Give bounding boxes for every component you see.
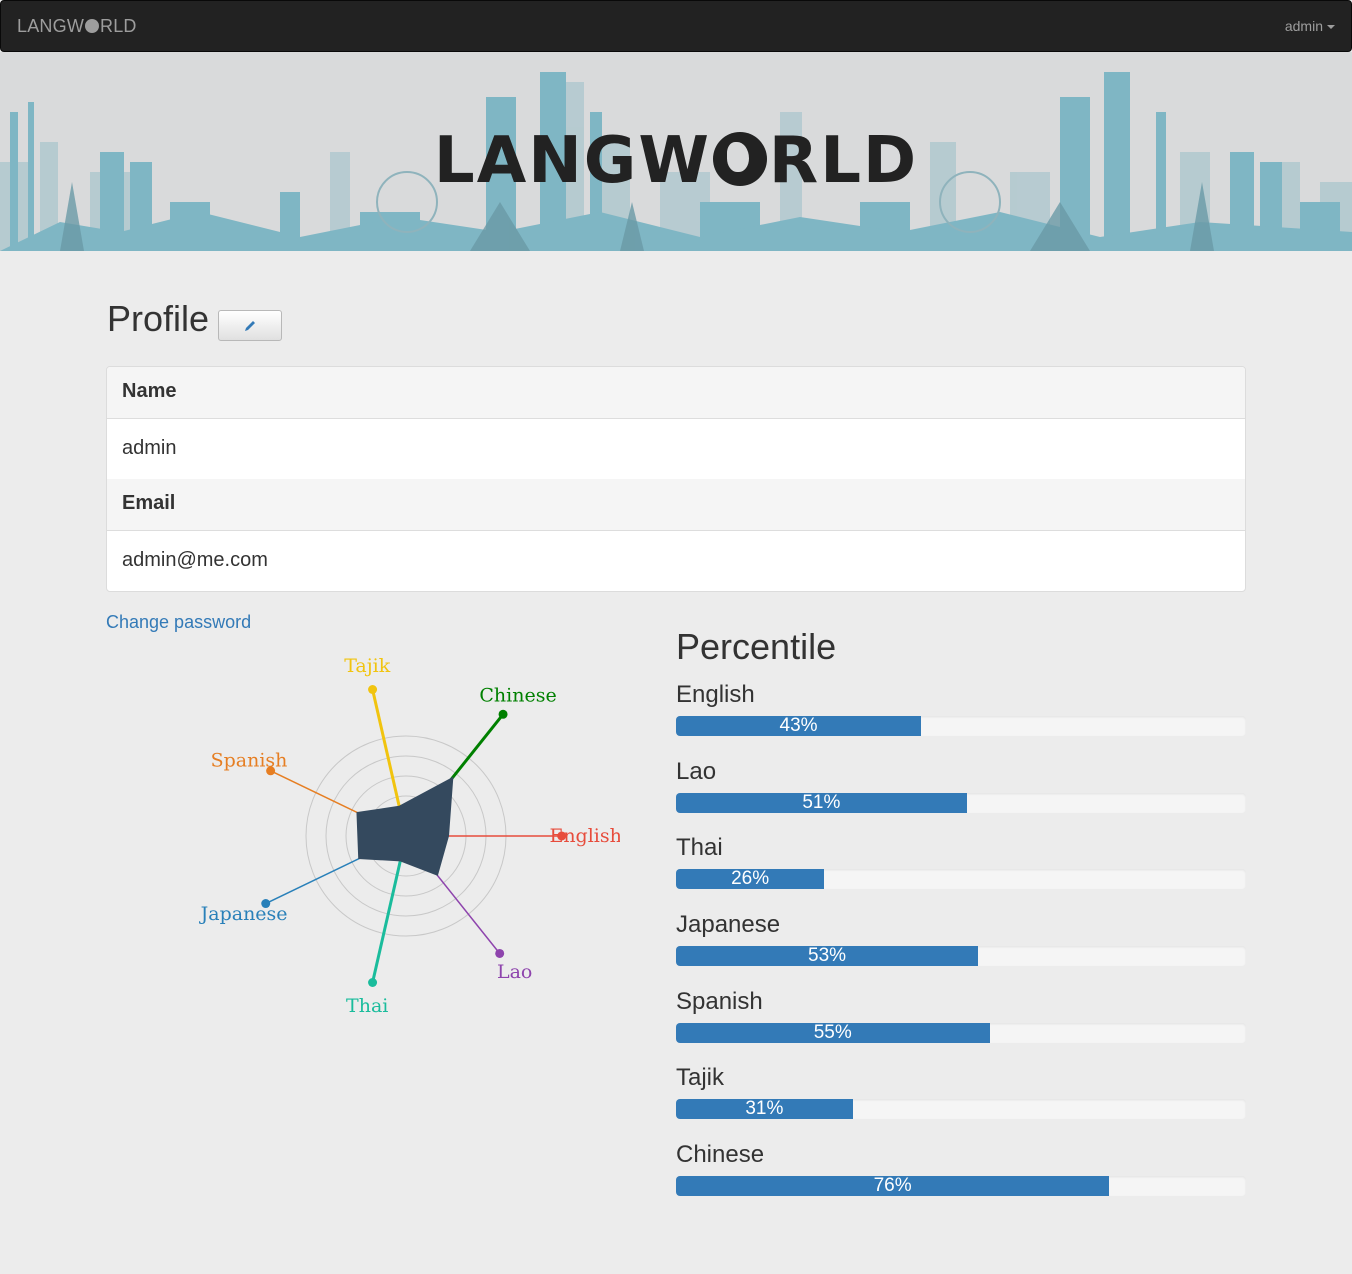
progress-bar: 51%: [676, 792, 967, 813]
progress-track: 55%: [676, 1022, 1246, 1043]
language-radar-chart: English Lao Thai Japanese Spanish Tajik Chines…: [199, 655, 620, 1017]
percentile-title: Percentile: [676, 626, 837, 667]
percentile-language-label: Thai: [676, 834, 723, 862]
progress-bar: 26%: [676, 869, 825, 890]
percentile-row-thai: Thai 26%: [676, 833, 1246, 910]
percentile-language-label: Spanish: [676, 987, 763, 1015]
brand-link[interactable]: LANGW RLD: [17, 16, 137, 37]
percentile-row-tajik: Tajik 31%: [676, 1063, 1246, 1140]
radar-area: [356, 776, 454, 876]
header-banner: LANGW RLD: [0, 52, 1352, 251]
banner-logo: LANGW RLD: [0, 124, 1352, 198]
globe-icon: [85, 19, 100, 33]
percentile-panel: Percentile English 43% Lao 51% Thai 26% Japane…: [676, 626, 1246, 1217]
page-title: Profile: [107, 298, 210, 339]
logo-text-start: LANGW: [433, 124, 711, 198]
user-menu-dropdown[interactable]: admin: [1285, 18, 1335, 34]
progress-track: 43%: [676, 716, 1246, 736]
change-password-link[interactable]: Change password: [106, 612, 251, 633]
progress-bar: 55%: [676, 1022, 990, 1043]
top-navbar: LANGW RLD admin: [0, 0, 1352, 52]
user-menu-label: admin: [1284, 18, 1323, 34]
email-value: admin@me.com: [122, 549, 268, 571]
radar-axis-label: Chinese: [479, 685, 556, 707]
progress-track: 26%: [676, 869, 1246, 890]
logo-text-end: RLD: [768, 124, 919, 198]
percentile-language-label: English: [676, 681, 755, 708]
edit-profile-button[interactable]: [218, 310, 282, 341]
globe-icon: [712, 132, 767, 186]
radar-axis-label: Spanish: [211, 749, 288, 771]
progress-bar: 76%: [676, 1176, 1110, 1197]
percentile-row-chinese: Chinese 76%: [676, 1140, 1246, 1217]
pencil-icon: [245, 321, 255, 331]
progress-bar: 53%: [676, 946, 979, 967]
progress-track: 76%: [676, 1176, 1246, 1197]
radar-axis-endpoint: [495, 948, 505, 958]
radar-axis-label: Lao: [497, 961, 532, 983]
percentile-row-english: English 43%: [676, 680, 1246, 757]
progress-track: 53%: [676, 946, 1246, 967]
percentile-row-japanese: Japanese 53%: [676, 910, 1246, 987]
progress-bar: 43%: [676, 716, 922, 736]
percentile-language-label: Tajik: [676, 1064, 725, 1092]
percentile-row-spanish: Spanish 55%: [676, 987, 1246, 1064]
caret-down-icon: [1327, 25, 1335, 30]
radar-axis-endpoint: [368, 685, 378, 695]
percentile-list: English 43% Lao 51% Thai 26% Japanese 53% Spanis…: [676, 680, 1246, 1217]
progress-bar: 31%: [676, 1099, 853, 1120]
brand-text-end: RLD: [100, 16, 137, 36]
name-header: Name: [107, 367, 1245, 419]
brand-text-start: LANGW: [17, 16, 85, 36]
progress-track: 31%: [676, 1099, 1246, 1120]
radar-axis-label: Tajik: [344, 655, 390, 677]
percentile-language-label: Chinese: [676, 1141, 765, 1169]
radar-axis-label: Japanese: [199, 903, 288, 925]
radar-axis-label: Thai: [346, 995, 388, 1017]
percentile-language-label: Lao: [676, 757, 717, 785]
email-header: Email: [107, 479, 1245, 531]
percentile-row-lao: Lao 51%: [676, 757, 1246, 834]
percentile-language-label: Japanese: [676, 911, 781, 939]
name-value: admin: [122, 437, 177, 459]
profile-info-table: Name admin Email admin@me.com: [106, 366, 1246, 592]
progress-track: 51%: [676, 792, 1246, 813]
radar-axis-label: English: [549, 825, 620, 847]
radar-axis-endpoint: [498, 709, 508, 719]
radar-axis-endpoint: [368, 977, 378, 987]
